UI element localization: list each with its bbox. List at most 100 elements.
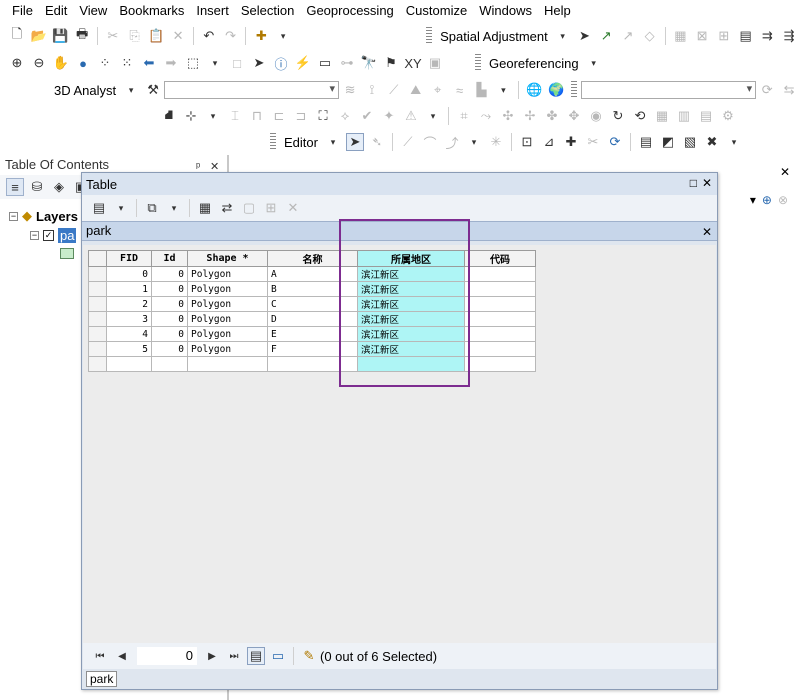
switch-selection-icon[interactable]: ⇄ bbox=[218, 199, 236, 217]
full-extent-icon[interactable]: ● bbox=[74, 54, 92, 72]
cell-name[interactable]: E bbox=[267, 326, 358, 342]
midpoint-icon[interactable]: ✤ bbox=[543, 107, 561, 125]
cell-id[interactable]: 0 bbox=[151, 326, 188, 342]
menu-edit[interactable]: Edit bbox=[39, 1, 73, 21]
open-folder-icon[interactable]: 📂 bbox=[30, 27, 48, 45]
cell-region[interactable]: 滨江新区 bbox=[357, 281, 465, 297]
link-table-icon[interactable]: ▤ bbox=[737, 27, 755, 45]
dropdown-arrow-icon[interactable]: ▾ bbox=[725, 133, 743, 151]
menu-file[interactable]: File bbox=[6, 1, 39, 21]
fix-error-icon[interactable]: ✦ bbox=[380, 107, 398, 125]
table-row[interactable]: 4 0 Polygon E 滨江新区 bbox=[88, 326, 536, 342]
cell-code[interactable] bbox=[464, 311, 536, 327]
view-link-table-icon[interactable]: ▦ bbox=[672, 27, 690, 45]
dropdown-arrow-icon[interactable]: ▾ bbox=[206, 54, 224, 72]
cell-code[interactable] bbox=[464, 341, 536, 357]
cell-shape[interactable]: Polygon bbox=[187, 341, 268, 357]
related-tables-icon[interactable]: ⧉ bbox=[143, 199, 161, 217]
column-header-id[interactable]: Id bbox=[151, 250, 188, 267]
menu-customize[interactable]: Customize bbox=[400, 1, 473, 21]
editor-menu[interactable]: Editor bbox=[280, 135, 322, 150]
menu-windows[interactable]: Windows bbox=[473, 1, 538, 21]
measure-icon[interactable]: ⊶ bbox=[338, 54, 356, 72]
point-tool-icon[interactable]: ✳ bbox=[487, 133, 505, 151]
contour-icon[interactable]: ≋ bbox=[341, 81, 359, 99]
table-row[interactable]: 0 0 Polygon A 滨江新区 bbox=[88, 266, 536, 282]
show-selected-records-icon[interactable]: ▭ bbox=[269, 647, 287, 665]
interpolate-line-icon[interactable]: ≈ bbox=[451, 81, 469, 99]
menu-insert[interactable]: Insert bbox=[190, 1, 235, 21]
find-icon[interactable]: 🔭 bbox=[360, 54, 378, 72]
select-elements-icon[interactable]: ➤ bbox=[576, 27, 594, 45]
empty-cell[interactable] bbox=[464, 356, 536, 372]
edge-match-icon[interactable]: ⇉ bbox=[759, 27, 777, 45]
zoom-out-icon[interactable]: ⊖ bbox=[30, 54, 48, 72]
list-by-source-icon[interactable]: ⛁ bbox=[28, 178, 46, 196]
empty-cell[interactable] bbox=[187, 356, 268, 372]
column-icon[interactable]: ▤ bbox=[697, 107, 715, 125]
arcscene-icon[interactable]: 🌍 bbox=[547, 81, 565, 99]
circle-icon[interactable]: ◉ bbox=[587, 107, 605, 125]
validate-icon[interactable]: ✔ bbox=[358, 107, 376, 125]
show-shared-icon[interactable]: ⊓ bbox=[248, 107, 266, 125]
select-by-attributes-icon[interactable]: ▦ bbox=[196, 199, 214, 217]
snap-icon[interactable]: ⌗ bbox=[455, 107, 473, 125]
cell-id[interactable]: 0 bbox=[151, 311, 188, 327]
back-arrow-icon[interactable]: ⬅ bbox=[140, 54, 158, 72]
copy-icon[interactable]: ⎘ bbox=[126, 27, 144, 45]
zoom-to-selected-icon[interactable]: ⊞ bbox=[262, 199, 280, 217]
add-data-icon[interactable]: ✚ bbox=[252, 27, 270, 45]
hammer-icon[interactable]: ⚒ bbox=[144, 81, 162, 99]
cell-code[interactable] bbox=[464, 266, 536, 282]
trace-tool-icon[interactable]: ⤴ bbox=[443, 133, 461, 151]
show-all-records-icon[interactable]: ▤ bbox=[247, 647, 265, 665]
straight-segment-icon[interactable]: ⟋ bbox=[399, 133, 417, 151]
grid-icon[interactable]: ▦ bbox=[653, 107, 671, 125]
toolbar-grip[interactable] bbox=[571, 81, 578, 99]
save-icon[interactable]: 💾 bbox=[52, 27, 70, 45]
dropdown-arrow-icon[interactable]: ▾ bbox=[165, 199, 183, 217]
cell-region[interactable]: 滨江新区 bbox=[357, 311, 465, 327]
split-tool-icon[interactable]: ✂ bbox=[584, 133, 602, 151]
rotate-feature-icon[interactable]: ⟳ bbox=[606, 133, 624, 151]
cell-shape[interactable]: Polygon bbox=[187, 266, 268, 282]
line-of-sight-icon[interactable]: ⟋ bbox=[385, 81, 403, 99]
cell-id[interactable]: 0 bbox=[151, 281, 188, 297]
record-number-field[interactable]: 0 bbox=[137, 647, 197, 665]
dropdown-arrow-icon[interactable]: ▾ bbox=[750, 193, 756, 207]
empty-cell[interactable] bbox=[267, 356, 358, 372]
close-icon[interactable]: ✕ bbox=[702, 223, 712, 241]
cut-icon[interactable]: ✂ bbox=[104, 27, 122, 45]
forward-arrow-icon[interactable]: ➡ bbox=[162, 54, 180, 72]
reshape-edge-icon[interactable]: ⊐ bbox=[292, 107, 310, 125]
menu-bookmarks[interactable]: Bookmarks bbox=[113, 1, 190, 21]
menu-help[interactable]: Help bbox=[538, 1, 577, 21]
fixed-zoom-out-icon[interactable]: ⁙ bbox=[118, 54, 136, 72]
menu-selection[interactable]: Selection bbox=[235, 1, 300, 21]
limited-adjust-icon[interactable]: ⊞ bbox=[715, 27, 733, 45]
dropdown-arrow-icon[interactable]: ▾ bbox=[324, 133, 342, 151]
identity-link-icon[interactable]: ⊠ bbox=[693, 27, 711, 45]
layer-tab-park[interactable]: park ✕ bbox=[82, 221, 717, 241]
cell-fid[interactable]: 5 bbox=[106, 341, 152, 357]
select-elements-icon[interactable]: ➤ bbox=[250, 54, 268, 72]
previous-record-icon[interactable]: ◀ bbox=[113, 647, 131, 665]
topology-edit-icon[interactable]: ⌶ bbox=[226, 107, 244, 125]
collapse-toggle-icon[interactable]: − bbox=[30, 231, 39, 240]
row-selector[interactable] bbox=[88, 326, 107, 342]
profile-graph-icon[interactable]: ⛰ bbox=[407, 81, 425, 99]
edge-icon[interactable]: ✥ bbox=[565, 107, 583, 125]
toolbar-grip[interactable] bbox=[426, 27, 433, 45]
cell-fid[interactable]: 2 bbox=[106, 296, 152, 312]
first-record-icon[interactable]: ⏮ bbox=[91, 647, 109, 665]
row-selector-header[interactable] bbox=[88, 250, 107, 267]
cell-code[interactable] bbox=[464, 326, 536, 342]
new-displacement-link-icon[interactable]: ↗ bbox=[597, 27, 615, 45]
empty-cell[interactable] bbox=[151, 356, 188, 372]
cell-shape[interactable]: Polygon bbox=[187, 326, 268, 342]
cell-region[interactable]: 滨江新区 bbox=[357, 341, 465, 357]
row-selector[interactable] bbox=[88, 296, 107, 312]
cell-fid[interactable]: 4 bbox=[106, 326, 152, 342]
collapse-toggle-icon[interactable]: − bbox=[9, 211, 18, 221]
cell-name[interactable]: D bbox=[267, 311, 358, 327]
